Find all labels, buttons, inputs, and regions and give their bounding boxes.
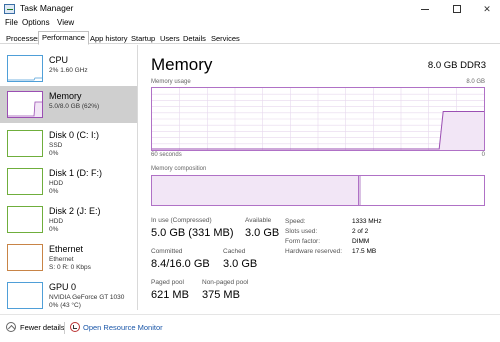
sidebar-item-gpu-0[interactable]: GPU 0 NVIDIA GeForce GT 1030 0% (43 °C) — [0, 277, 137, 310]
sidebar-item-title: Ethernet — [49, 244, 84, 254]
task-manager-icon — [4, 4, 15, 14]
available-label: Available — [245, 217, 272, 224]
usage-graph-label: Memory usage — [151, 79, 191, 85]
sidebar-item-sub: 0% (43 °C) — [49, 302, 81, 309]
sidebar-item-sub: HDD — [49, 218, 64, 225]
chevron-up-icon[interactable] — [6, 322, 16, 332]
committed-label: Committed — [151, 248, 183, 255]
form-factor-value: DIMM — [352, 238, 370, 245]
title-bar: Task Manager ✕ — [0, 0, 500, 18]
speed-label: Speed: — [285, 218, 306, 225]
nonpaged-pool-label: Non-paged pool — [202, 279, 249, 286]
sidebar-item-sub: 0% — [49, 150, 59, 157]
maximize-icon — [453, 5, 461, 13]
maximize-button[interactable] — [442, 0, 472, 18]
sidebar-item-memory[interactable]: Memory 5.0/8.0 GB (62%) — [0, 86, 137, 123]
sidebar-item-title: Memory — [49, 91, 82, 101]
sidebar-item-cpu[interactable]: CPU 2% 1.60 GHz — [0, 50, 137, 87]
time-axis-start: 60 seconds — [151, 152, 182, 158]
paged-pool-label: Paged pool — [151, 279, 184, 286]
sidebar-item-sub: S: 0 R: 0 Kbps — [49, 264, 91, 271]
disk-thumbnail-graph — [7, 168, 43, 195]
slots-value: 2 of 2 — [352, 228, 369, 235]
hardware-reserved-value: 17.5 MB — [352, 248, 377, 255]
sidebar-item-disk-1[interactable]: Disk 1 (D: F:) HDD 0% — [0, 163, 137, 200]
in-use-label: In use (Compressed) — [151, 217, 212, 224]
disk-thumbnail-graph — [7, 130, 43, 157]
tab-services[interactable]: Services — [207, 32, 244, 44]
sidebar-item-sub: NVIDIA GeForce GT 1030 — [49, 294, 125, 301]
paged-pool-value: 621 MB — [151, 289, 189, 301]
tab-performance[interactable]: Performance — [38, 31, 89, 45]
sidebar-item-title: Disk 2 (J: E:) — [49, 206, 101, 216]
sidebar-item-sub: 2% 1.60 GHz — [49, 67, 88, 74]
composition-modified-segment — [359, 176, 361, 205]
sidebar-item-sub: 0% — [49, 226, 59, 233]
usage-area-fill — [439, 111, 484, 150]
close-icon: ✕ — [483, 3, 491, 14]
menu-bar: File Options View — [0, 17, 500, 29]
usage-graph-svg — [152, 88, 484, 150]
footer-divider — [64, 322, 65, 334]
speed-value: 1333 MHz — [352, 218, 382, 225]
memory-panel: Memory 8.0 GB DDR3 Memory usage 8.0 GB 6… — [140, 45, 500, 313]
sidebar-item-title: GPU 0 — [49, 282, 77, 292]
tab-strip: Processes Performance App history Startu… — [0, 31, 500, 45]
memory-composition-bar — [151, 175, 485, 206]
cached-value: 3.0 GB — [223, 258, 258, 270]
page-title: Memory — [151, 55, 213, 74]
tab-details[interactable]: Details — [179, 32, 210, 44]
menu-file[interactable]: File — [5, 18, 18, 27]
menu-view[interactable]: View — [57, 18, 74, 27]
footer-bar: Fewer details Open Resource Monitor — [0, 314, 500, 342]
sidebar-item-sub: 0% — [49, 188, 59, 195]
open-resource-monitor-link[interactable]: Open Resource Monitor — [83, 323, 163, 332]
sidebar-item-disk-0[interactable]: Disk 0 (C: I:) SSD 0% — [0, 125, 137, 162]
minimize-icon — [421, 8, 429, 10]
tab-startup[interactable]: Startup — [127, 32, 159, 44]
form-factor-label: Form factor: — [285, 238, 321, 245]
hardware-reserved-label: Hardware reserved: — [285, 248, 343, 255]
memory-spec: 8.0 GB DDR3 — [427, 60, 486, 71]
menu-options[interactable]: Options — [22, 18, 50, 27]
fewer-details-link[interactable]: Fewer details — [20, 323, 65, 332]
sidebar-item-title: Disk 1 (D: F:) — [49, 168, 102, 178]
sidebar-item-disk-2[interactable]: Disk 2 (J: E:) HDD 0% — [0, 201, 137, 238]
cached-label: Cached — [223, 248, 246, 255]
cpu-thumbnail-graph — [7, 55, 43, 82]
close-button[interactable]: ✕ — [472, 0, 500, 18]
in-use-value: 5.0 GB (331 MB) — [151, 227, 234, 239]
slots-label: Slots used: — [285, 228, 318, 235]
minimize-button[interactable] — [410, 0, 440, 18]
resource-monitor-icon[interactable] — [70, 322, 80, 332]
resource-sidebar: CPU 2% 1.60 GHz Memory 5.0/8.0 GB (62%) … — [0, 45, 138, 310]
sidebar-item-sub: HDD — [49, 180, 64, 187]
sidebar-item-title: CPU — [49, 55, 69, 65]
ethernet-thumbnail-graph — [7, 244, 43, 271]
disk-thumbnail-graph — [7, 206, 43, 233]
memory-thumbnail-graph — [7, 91, 43, 118]
available-value: 3.0 GB — [245, 227, 280, 239]
memory-usage-graph — [151, 87, 485, 151]
nonpaged-pool-value: 375 MB — [202, 289, 240, 301]
tab-app-history[interactable]: App history — [86, 32, 132, 44]
sidebar-item-title: Disk 0 (C: I:) — [49, 130, 100, 140]
composition-label: Memory composition — [151, 166, 207, 172]
composition-in-use-segment — [152, 176, 359, 205]
sidebar-item-ethernet[interactable]: Ethernet Ethernet S: 0 R: 0 Kbps — [0, 239, 137, 276]
sidebar-item-sub: SSD — [49, 142, 63, 149]
sidebar-item-sub: Ethernet — [49, 256, 74, 263]
usage-graph-max: 8.0 GB — [466, 79, 485, 85]
sidebar-item-sub: 5.0/8.0 GB (62%) — [49, 103, 100, 110]
committed-value: 8.4/16.0 GB — [151, 258, 210, 270]
time-axis-end: 0 — [481, 152, 485, 158]
window-title: Task Manager — [20, 3, 74, 13]
gpu-thumbnail-graph — [7, 282, 43, 309]
